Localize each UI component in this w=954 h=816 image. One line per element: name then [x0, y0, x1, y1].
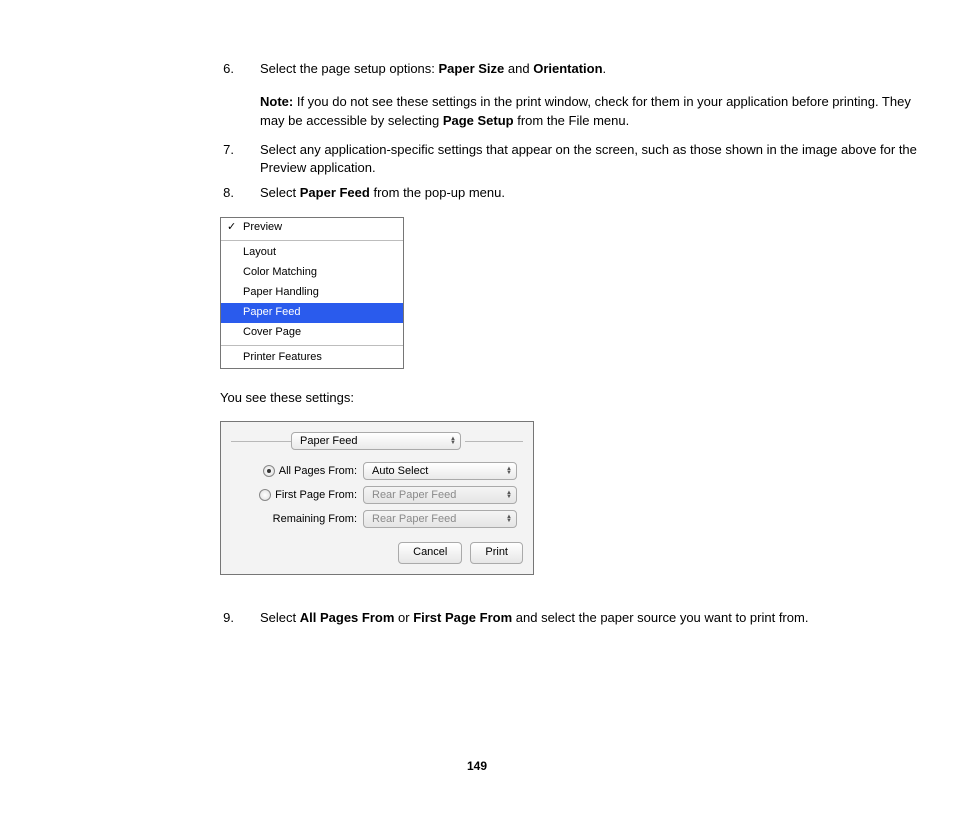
menu-item-preview-label: Preview — [243, 221, 282, 233]
step-6-note: Note: If you do not see these settings i… — [260, 93, 934, 131]
step-6: 6. Select the page setup options: Paper … — [20, 60, 934, 131]
step-8: 8. Select Paper Feed from the pop-up men… — [20, 184, 934, 203]
bold-paper-feed: Paper Feed — [300, 185, 370, 200]
menu-separator — [221, 240, 403, 241]
step-6-number: 6. — [210, 60, 234, 79]
step-6-prefix: Select the page setup options: — [260, 61, 439, 76]
bold-paper-size: Paper Size — [439, 61, 505, 76]
step-8-suffix: from the pop-up menu. — [370, 185, 505, 200]
step-9-number: 9. — [210, 609, 234, 628]
menu-item-color-matching[interactable]: Color Matching — [221, 263, 403, 283]
first-page-from-value: Rear Paper Feed — [372, 488, 456, 504]
note-body-b: from the File menu. — [514, 113, 630, 128]
print-button[interactable]: Print — [470, 542, 523, 564]
print-button-label: Print — [485, 546, 508, 558]
divider-left — [231, 441, 291, 442]
step-6-text: Select the page setup options: Paper Siz… — [260, 60, 934, 79]
all-pages-from-label: All Pages From: — [279, 464, 357, 480]
cancel-button-label: Cancel — [413, 546, 447, 558]
step-6-mid: and — [504, 61, 533, 76]
chevron-up-down-icon: ▲▼ — [450, 437, 456, 445]
menu-item-cover-page[interactable]: Cover Page — [221, 323, 403, 343]
menu-item-cover-page-label: Cover Page — [243, 326, 301, 338]
step-9-suffix: and select the paper source you want to … — [512, 610, 808, 625]
remaining-from-label: Remaining From: — [273, 512, 357, 528]
step-8-prefix: Select — [260, 185, 300, 200]
step-6-suffix: . — [603, 61, 607, 76]
cancel-button[interactable]: Cancel — [398, 542, 462, 564]
menu-item-paper-handling[interactable]: Paper Handling — [221, 283, 403, 303]
menu-item-printer-features[interactable]: Printer Features — [221, 348, 403, 368]
page-number: 149 — [20, 758, 934, 775]
chevron-up-down-icon: ▲▼ — [506, 467, 512, 475]
step-7-text: Select any application-specific settings… — [260, 141, 934, 179]
step-8-number: 8. — [210, 184, 234, 203]
menu-item-layout[interactable]: Layout — [221, 243, 403, 263]
popup-menu-figure: Preview Layout Color Matching Paper Hand… — [220, 217, 404, 369]
section-popup[interactable]: Paper Feed ▲▼ — [291, 432, 461, 450]
menu-item-layout-label: Layout — [243, 246, 276, 258]
bold-orientation: Orientation — [533, 61, 602, 76]
all-pages-from-select[interactable]: Auto Select ▲▼ — [363, 462, 517, 480]
step-7-number: 7. — [210, 141, 234, 160]
bold-all-pages-from: All Pages From — [300, 610, 395, 625]
step-7: 7. Select any application-specific setti… — [20, 141, 934, 179]
caption-after-menu: You see these settings: — [220, 389, 930, 408]
remaining-from-value: Rear Paper Feed — [372, 512, 456, 528]
step-9: 9. Select All Pages From or First Page F… — [20, 609, 934, 628]
menu-item-preview[interactable]: Preview — [221, 218, 403, 238]
chevron-up-down-icon: ▲▼ — [506, 491, 512, 499]
all-pages-from-value: Auto Select — [372, 464, 428, 480]
radio-all-pages[interactable] — [263, 465, 275, 477]
menu-item-paper-feed-label: Paper Feed — [243, 306, 300, 318]
step-9-text: Select All Pages From or First Page From… — [260, 609, 934, 628]
step-8-text: Select Paper Feed from the pop-up menu. — [260, 184, 934, 203]
menu-item-paper-feed[interactable]: Paper Feed — [221, 303, 403, 323]
first-page-from-select[interactable]: Rear Paper Feed ▲▼ — [363, 486, 517, 504]
step-9-mid: or — [394, 610, 413, 625]
bold-first-page-from: First Page From — [413, 610, 512, 625]
step-9-prefix: Select — [260, 610, 300, 625]
divider-right — [465, 441, 523, 442]
paper-feed-dialog-figure: Paper Feed ▲▼ All Pages From: Auto Selec… — [220, 421, 534, 575]
menu-separator — [221, 345, 403, 346]
menu-item-paper-handling-label: Paper Handling — [243, 286, 319, 298]
note-label: Note: — [260, 94, 293, 109]
chevron-up-down-icon: ▲▼ — [506, 515, 512, 523]
menu-item-color-matching-label: Color Matching — [243, 266, 317, 278]
remaining-from-select[interactable]: Rear Paper Feed ▲▼ — [363, 510, 517, 528]
section-popup-label: Paper Feed — [300, 434, 357, 450]
bold-page-setup: Page Setup — [443, 113, 514, 128]
menu-item-printer-features-label: Printer Features — [243, 351, 322, 363]
radio-first-page[interactable] — [259, 489, 271, 501]
first-page-from-label: First Page From: — [275, 488, 357, 504]
